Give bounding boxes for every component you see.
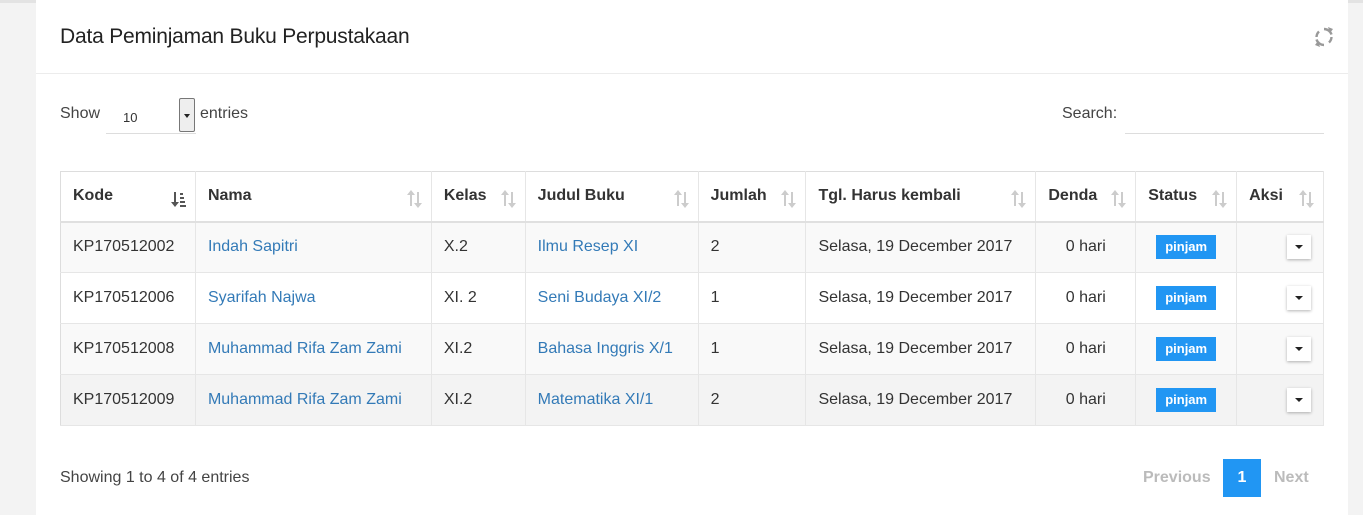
- pagination-previous[interactable]: Previous: [1143, 459, 1211, 497]
- cell-jumlah: 2: [698, 374, 807, 426]
- column-header-aksi[interactable]: Aksi: [1236, 171, 1324, 223]
- column-header-label: Jumlah: [710, 187, 767, 205]
- status-badge: pinjam: [1156, 388, 1217, 412]
- column-header-label: Nama: [207, 187, 252, 205]
- sort-both-icon: [1212, 190, 1228, 208]
- column-header-nama[interactable]: Nama: [195, 171, 432, 223]
- borrower-name-link[interactable]: Indah Sapitri: [208, 238, 298, 255]
- sort-both-icon: [1111, 190, 1127, 208]
- cell-due-date: Selasa, 19 December 2017: [805, 221, 1037, 273]
- entries-label: entries: [200, 105, 249, 122]
- column-header-judul-buku[interactable]: Judul Buku: [525, 171, 699, 223]
- column-header-label: Kelas: [443, 187, 487, 205]
- column-header-kode[interactable]: Kode: [60, 171, 196, 223]
- cell-denda: 0 hari: [1035, 221, 1137, 273]
- row-action-dropdown-button[interactable]: [1287, 235, 1311, 260]
- table-row: KP170512008 Muhammad Rifa Zam Zami XI.2 …: [60, 323, 1324, 375]
- entries-length-value: 10: [123, 110, 138, 125]
- cell-jumlah: 1: [698, 272, 807, 324]
- loan-table: Kode Nama Kelas Judul Buku Jumlah Tgl. H…: [60, 171, 1324, 426]
- cell-kelas: XI.2: [431, 323, 526, 375]
- sort-both-icon: [781, 190, 797, 208]
- column-header-denda[interactable]: Denda: [1035, 171, 1137, 223]
- book-title-link[interactable]: Matematika XI/1: [538, 391, 654, 408]
- card-title: Data Peminjaman Buku Perpustakaan: [60, 25, 410, 48]
- card-header: Data Peminjaman Buku Perpustakaan: [36, 0, 1348, 74]
- show-label: Show: [60, 105, 101, 122]
- table-info: Showing 1 to 4 of 4 entries: [60, 469, 250, 486]
- column-header-jumlah[interactable]: Jumlah: [698, 171, 807, 223]
- search-input[interactable]: [1125, 98, 1324, 134]
- pagination-next[interactable]: Next: [1274, 459, 1309, 497]
- cell-denda: 0 hari: [1035, 272, 1137, 324]
- pagination-page-1[interactable]: 1: [1223, 459, 1261, 497]
- search-label: Search:: [1062, 105, 1118, 122]
- cell-denda: 0 hari: [1035, 374, 1137, 426]
- sort-amount-asc-icon: [170, 192, 186, 207]
- cell-kode: KP170512002: [60, 221, 196, 273]
- loan-data-card: Data Peminjaman Buku Perpustakaan Show 1…: [36, 0, 1348, 515]
- sort-both-icon: [1299, 190, 1314, 208]
- cell-kode: KP170512006: [60, 272, 196, 324]
- sort-both-icon: [500, 190, 516, 208]
- status-badge: pinjam: [1156, 337, 1217, 361]
- row-action-dropdown-button[interactable]: [1287, 286, 1311, 310]
- cell-due-date: Selasa, 19 December 2017: [805, 374, 1037, 426]
- borrower-name-link[interactable]: Muhammad Rifa Zam Zami: [208, 391, 402, 408]
- book-title-link[interactable]: Bahasa Inggris X/1: [538, 340, 673, 357]
- sort-both-icon: [406, 190, 422, 208]
- entries-length-select[interactable]: 10: [106, 98, 196, 134]
- column-header-label: Aksi: [1249, 187, 1283, 205]
- column-header-label: Judul Buku: [537, 187, 625, 205]
- cell-kelas: XI. 2: [431, 272, 526, 324]
- book-title-link[interactable]: Seni Budaya XI/2: [538, 289, 662, 306]
- column-header-label: Tgl. Harus kembali: [818, 187, 961, 205]
- cell-jumlah: 1: [698, 323, 807, 375]
- column-header-label: Denda: [1048, 187, 1098, 205]
- borrower-name-link[interactable]: Muhammad Rifa Zam Zami: [208, 340, 402, 357]
- cell-due-date: Selasa, 19 December 2017: [805, 272, 1037, 324]
- cell-kelas: X.2: [431, 221, 526, 273]
- cell-kelas: XI.2: [431, 374, 526, 426]
- cell-kode: KP170512008: [60, 323, 196, 375]
- column-header-kelas[interactable]: Kelas: [431, 171, 526, 223]
- column-header-status[interactable]: Status: [1135, 171, 1238, 223]
- row-action-dropdown-button[interactable]: [1287, 337, 1311, 361]
- cell-denda: 0 hari: [1035, 323, 1137, 375]
- table-row: KP170512002 Indah Sapitri X.2 Ilmu Resep…: [60, 221, 1324, 273]
- borrower-name-link[interactable]: Syarifah Najwa: [208, 289, 316, 306]
- row-action-dropdown-button[interactable]: [1287, 388, 1311, 412]
- table-header-row: Kode Nama Kelas Judul Buku Jumlah Tgl. H…: [60, 171, 1324, 223]
- refresh-icon[interactable]: [1313, 24, 1335, 50]
- column-header-tgl-harus-kembali[interactable]: Tgl. Harus kembali: [805, 171, 1037, 223]
- table-controls: Show 10 entries Search:: [60, 96, 1324, 136]
- table-row: KP170512009 Muhammad Rifa Zam Zami XI.2 …: [60, 374, 1324, 426]
- cell-due-date: Selasa, 19 December 2017: [805, 323, 1037, 375]
- sort-both-icon: [673, 190, 689, 208]
- column-header-label: Kode: [73, 187, 113, 205]
- book-title-link[interactable]: Ilmu Resep XI: [538, 238, 638, 255]
- column-header-label: Status: [1148, 187, 1198, 205]
- cell-jumlah: 2: [698, 221, 807, 273]
- cell-kode: KP170512009: [60, 374, 196, 426]
- sort-both-icon: [1011, 190, 1027, 208]
- chevron-down-icon[interactable]: [179, 98, 195, 132]
- table-row: KP170512006 Syarifah Najwa XI. 2 Seni Bu…: [60, 272, 1324, 324]
- status-badge: pinjam: [1156, 235, 1217, 260]
- status-badge: pinjam: [1156, 286, 1217, 310]
